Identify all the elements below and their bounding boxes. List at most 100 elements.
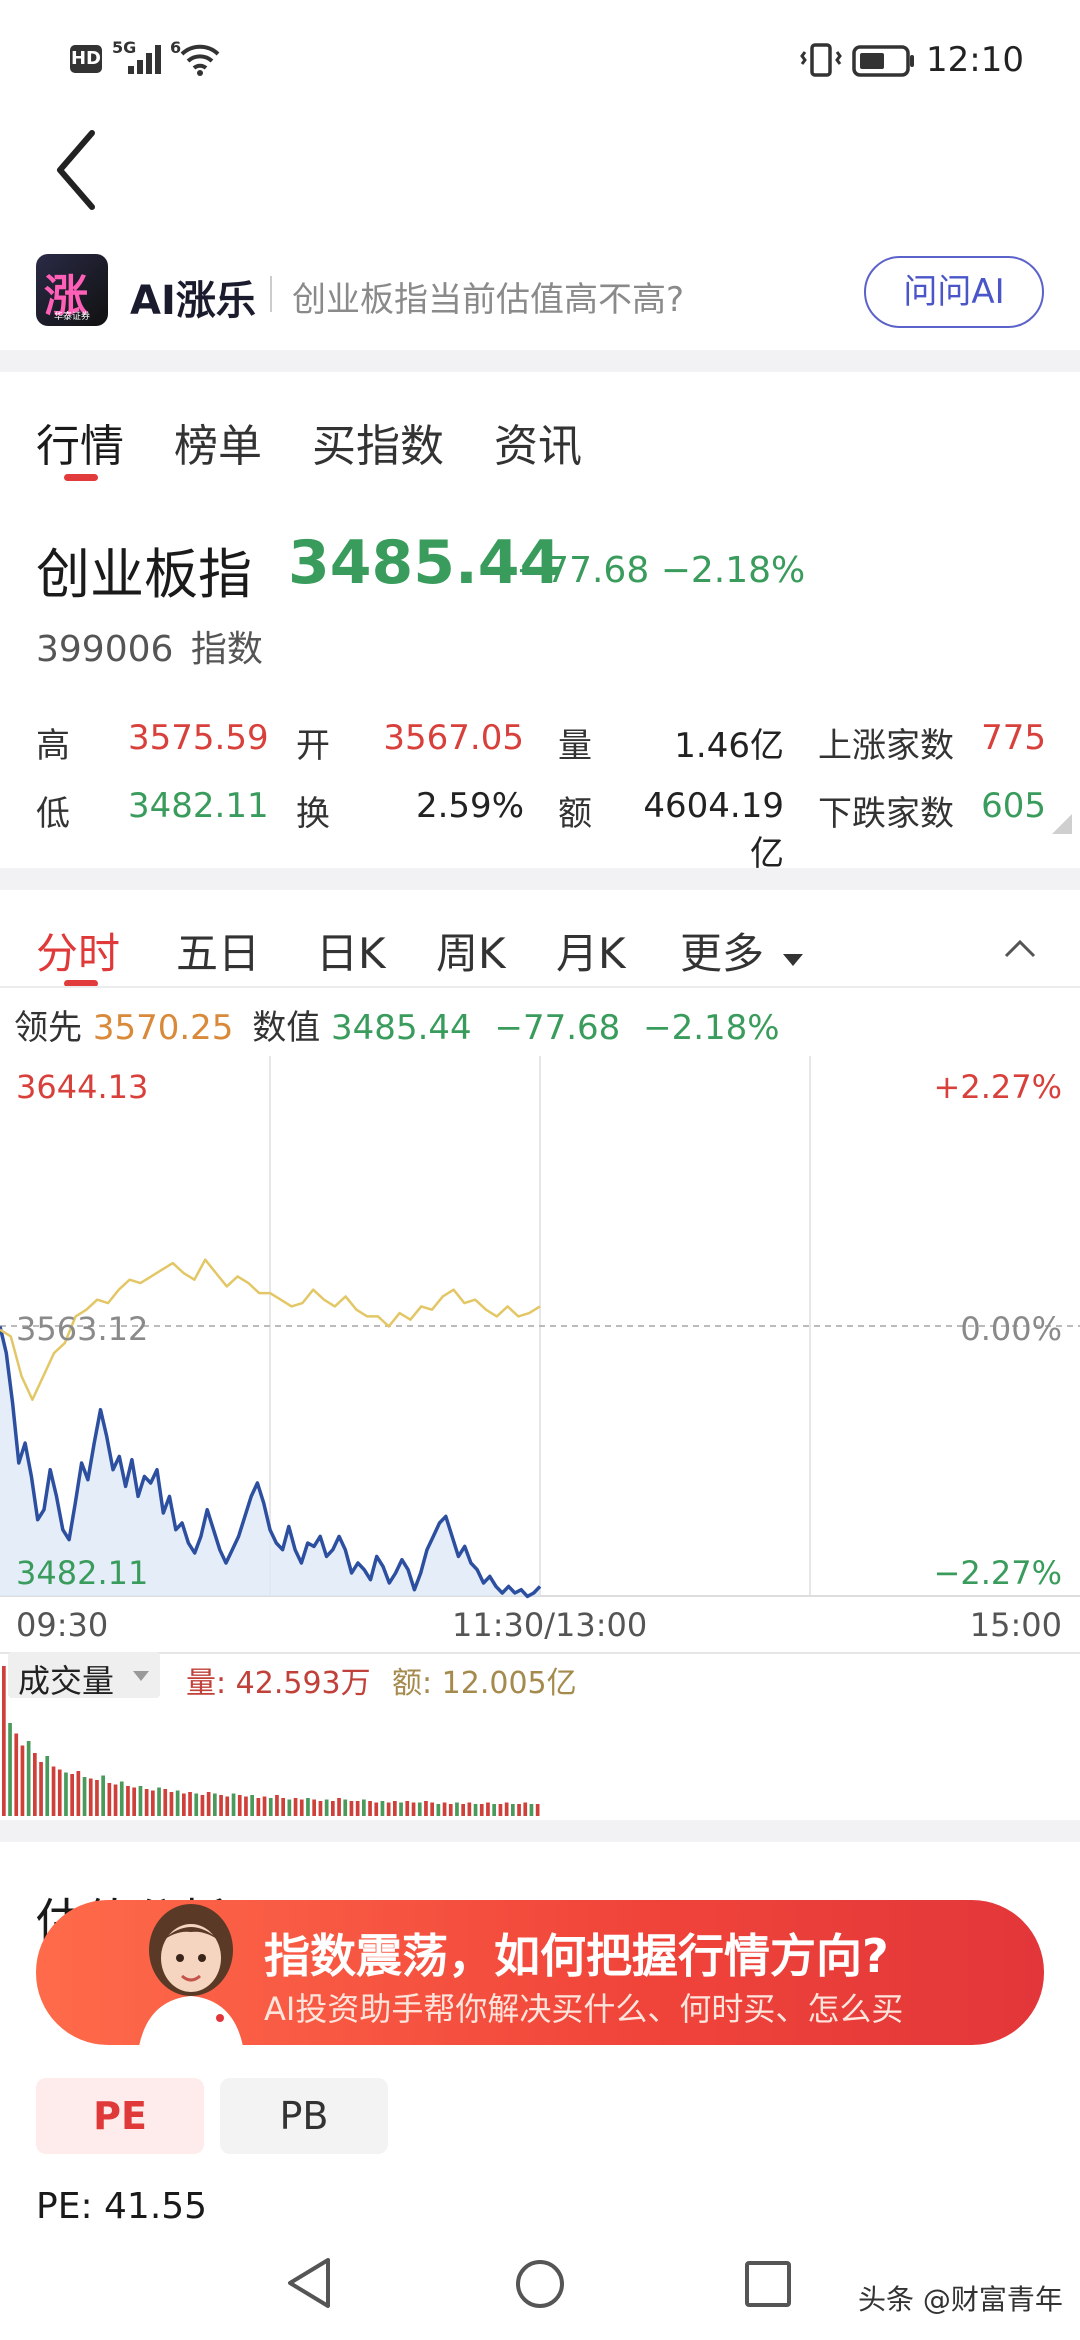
tab-quote[interactable]: 行情 — [36, 410, 124, 474]
y-axis-mid-label: 3563.12 — [16, 1310, 149, 1348]
wifi-icon — [180, 44, 220, 76]
volume-bar — [349, 1801, 354, 1816]
volume-bar — [405, 1801, 410, 1816]
stat-high-label: 高 — [36, 726, 70, 766]
volume-bar — [535, 1804, 540, 1816]
intraday-chart-svg[interactable] — [0, 1056, 1080, 1616]
volume-bar — [492, 1804, 496, 1816]
stat-open-value: 3567.05 — [383, 718, 524, 758]
stat-turnover-label: 换 — [296, 794, 330, 834]
section-separator — [0, 1820, 1080, 1842]
tab-daily-k[interactable]: 日K — [316, 920, 386, 981]
divider — [0, 1652, 1080, 1654]
tab-news[interactable]: 资讯 — [494, 410, 582, 474]
tab-weekly-k[interactable]: 周K — [436, 920, 506, 981]
ai-title: AI涨乐 — [130, 278, 256, 324]
volume-bar — [442, 1802, 447, 1816]
volume-bar — [399, 1802, 403, 1816]
more-label: 更多 — [680, 929, 765, 978]
volume-bar — [461, 1804, 465, 1816]
volume-bar — [213, 1793, 217, 1816]
divider — [270, 276, 272, 312]
stat-decliners-label: 下跌家数 — [818, 794, 954, 834]
index-name: 创业板指 — [36, 543, 252, 606]
nav-back-icon[interactable] — [284, 2256, 334, 2310]
stat-high-value: 3575.59 — [128, 718, 269, 758]
volume-bar — [188, 1792, 192, 1816]
volume-bar — [231, 1793, 236, 1816]
tab-rankings[interactable]: 榜单 — [174, 410, 262, 474]
volume-bar — [126, 1786, 130, 1816]
volume-bar — [523, 1802, 528, 1816]
volume-bar — [219, 1795, 223, 1816]
volume-bar — [33, 1753, 37, 1816]
tab-monthly-k[interactable]: 月K — [556, 920, 626, 981]
nav-recents-icon[interactable] — [744, 2260, 792, 2308]
tab-intraday[interactable]: 分时 — [36, 920, 120, 981]
pe-tab-button[interactable]: PE — [36, 2078, 204, 2154]
promo-subtitle: AI投资助手帮你解决买什么、何时买、怎么买 — [264, 1990, 904, 2028]
volume-bar — [237, 1795, 242, 1816]
stat-amount-value: 4604.19亿 — [643, 786, 784, 874]
dropdown-triangle-icon — [783, 954, 804, 966]
ask-ai-button[interactable]: 问问AI — [864, 256, 1044, 328]
volume-bar — [337, 1798, 341, 1816]
collapse-chevron-icon[interactable] — [1004, 938, 1036, 958]
volume-bar — [76, 1771, 81, 1816]
volume-bars-chart — [2, 1666, 540, 1816]
stat-low-label: 低 — [36, 794, 70, 834]
volume-bar — [45, 1756, 50, 1816]
stat-low-value: 3482.11 — [128, 786, 269, 826]
num-label: 数值 — [252, 1008, 321, 1048]
volume-bar — [331, 1801, 335, 1816]
pe-value: PE: 41.55 — [36, 2186, 208, 2227]
y-axis-low-label: 3482.11 — [16, 1554, 149, 1592]
volume-bar — [287, 1799, 292, 1816]
volume-bar — [368, 1801, 372, 1816]
tab-buy-index[interactable]: 买指数 — [312, 410, 444, 474]
pb-tab-button[interactable]: PB — [220, 2078, 388, 2154]
volume-bar — [26, 1741, 31, 1816]
nav-home-icon[interactable] — [514, 2258, 566, 2310]
volume-bar — [225, 1796, 230, 1816]
back-arrow-icon[interactable] — [50, 125, 110, 215]
change-value: −77.68 — [516, 550, 650, 591]
volume-bar — [200, 1795, 205, 1816]
volume-bar — [20, 1745, 25, 1816]
volume-bar — [107, 1783, 112, 1816]
volume-bar — [244, 1796, 248, 1816]
volume-bar — [417, 1802, 422, 1816]
volume-bar — [256, 1798, 261, 1816]
ai-question[interactable]: 创业板指当前估值高不高? — [292, 272, 684, 321]
volume-bar — [51, 1766, 56, 1816]
volume-bar — [206, 1792, 211, 1816]
volume-bar — [64, 1772, 68, 1816]
volume-bar — [455, 1802, 459, 1816]
stat-advancers-label: 上涨家数 — [818, 726, 954, 766]
clock: 12:10 — [926, 40, 1024, 80]
volume-bar — [436, 1804, 441, 1816]
volume-bar — [299, 1799, 304, 1816]
num-change-percent: −2.18% — [643, 1008, 780, 1048]
volume-bar — [268, 1798, 273, 1816]
x-axis-start-label: 09:30 — [16, 1606, 109, 1644]
logo-caption: 华泰证券 — [53, 312, 90, 322]
index-change: −77.68 −2.18% — [516, 550, 805, 591]
promo-banner[interactable]: 指数震荡，如何把握行情方向? AI投资助手帮你解决买什么、何时买、怎么买 — [36, 1900, 1044, 2045]
stat-volume-value: 1.46亿 — [674, 726, 784, 766]
expand-corner-icon[interactable] — [1052, 814, 1072, 834]
lead-value: 3570.25 — [92, 1008, 234, 1048]
volume-bar — [57, 1769, 62, 1816]
tab-more[interactable]: 更多 — [680, 920, 805, 981]
volume-bar — [275, 1795, 279, 1816]
stat-turnover-value: 2.59% — [415, 786, 524, 826]
volume-bar — [393, 1801, 397, 1816]
volume-bar — [82, 1777, 87, 1816]
x-axis-mid-label: 11:30/13:00 — [452, 1606, 648, 1644]
promo-title: 指数震荡，如何把握行情方向? — [264, 1929, 889, 1983]
section-separator — [0, 868, 1080, 890]
volume-bar — [2, 1666, 6, 1816]
intraday-chart[interactable]: 3644.13 3563.12 3482.11 +2.27% 0.00% −2.… — [0, 1056, 1080, 1644]
volume-bar — [8, 1723, 12, 1816]
tab-five-day[interactable]: 五日 — [176, 920, 260, 981]
